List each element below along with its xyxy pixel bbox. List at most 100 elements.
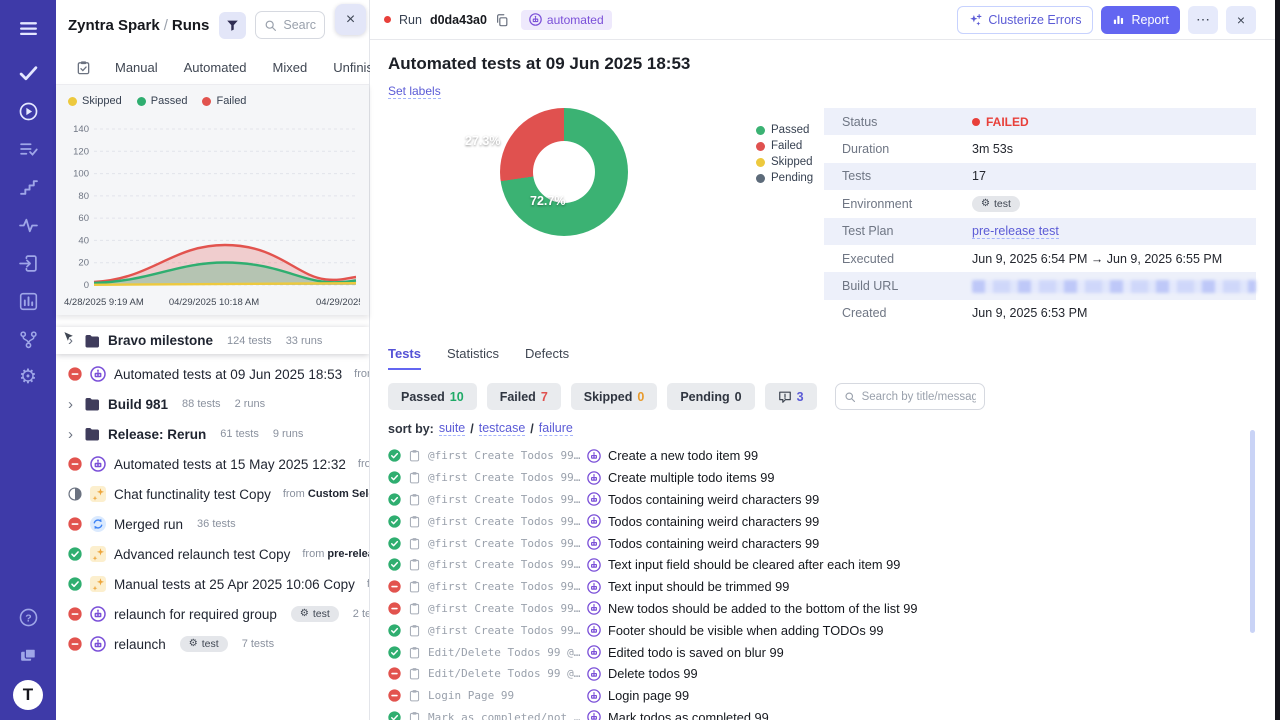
tab-defects[interactable]: Defects (525, 346, 569, 370)
test-title[interactable]: New todos should be added to the bottom … (608, 601, 917, 616)
branch-icon[interactable] (0, 320, 56, 358)
run-name[interactable]: relaunch for required group (114, 607, 277, 622)
test-title[interactable]: Create multiple todo items 99 (608, 470, 774, 485)
test-row[interactable]: @first Create Todos 99… Todos containing… (388, 510, 1256, 532)
suite-name[interactable]: @first Create Todos 99… (428, 580, 580, 593)
help-icon[interactable] (0, 598, 56, 636)
select-runs-icon[interactable] (76, 60, 91, 75)
activity-icon[interactable] (0, 206, 56, 244)
test-title[interactable]: Edited todo is saved on blur 99 (608, 645, 784, 660)
analytics-icon[interactable] (0, 282, 56, 320)
tests-search[interactable] (835, 383, 985, 410)
run-row[interactable]: Automated tests at 09 Jun 2025 18:53 fro… (56, 359, 369, 389)
tab-manual[interactable]: Manual (115, 60, 158, 75)
legend-failed[interactable]: Failed (756, 138, 813, 154)
test-row[interactable]: Edit/Delete Todos 99 @… Delete todos 99 (388, 663, 1256, 685)
run-name[interactable]: Bravo milestone (108, 333, 213, 348)
runs-search-input[interactable] (283, 18, 316, 32)
test-row[interactable]: @first Create Todos 99… New todos should… (388, 598, 1256, 620)
run-row-folder[interactable]: › Release: Rerun 61 tests 9 runs (56, 419, 369, 449)
chip-pending[interactable]: Pending0 (667, 383, 754, 410)
chip-passed[interactable]: Passed10 (388, 383, 477, 410)
suite-name[interactable]: Edit/Delete Todos 99 @… (428, 646, 580, 659)
suite-name[interactable]: Login Page 99 (428, 689, 580, 702)
copy-run-id-icon[interactable] (495, 13, 509, 27)
test-row[interactable]: @first Create Todos 99… Create a new tod… (388, 445, 1256, 467)
runs-search[interactable] (255, 11, 325, 39)
filter-button[interactable] (219, 12, 246, 39)
test-row[interactable]: Edit/Delete Todos 99 @… Edited todo is s… (388, 641, 1256, 663)
test-row[interactable]: @first Create Todos 99… Create multiple … (388, 467, 1256, 489)
project-name[interactable]: Zyntra Spark (68, 17, 160, 34)
sort-by-failure[interactable]: failure (539, 421, 573, 436)
suite-name[interactable]: @first Create Todos 99… (428, 624, 580, 637)
suite-name[interactable]: @first Create Todos 99… (428, 471, 580, 484)
suite-name[interactable]: @first Create Todos 99… (428, 515, 580, 528)
run-row[interactable]: relaunch ⚙test 7 tests (56, 629, 369, 659)
run-row[interactable]: Merged run 36 tests (56, 509, 369, 539)
close-run-button[interactable]: × (1226, 6, 1256, 34)
test-row[interactable]: Login Page 99 Login page 99 (388, 685, 1256, 707)
tests-scrollbar-thumb[interactable] (1250, 430, 1255, 633)
run-name[interactable]: Manual tests at 25 Apr 2025 10:06 Copy (114, 577, 355, 592)
import-icon[interactable] (0, 244, 56, 282)
test-row[interactable]: @first Create Todos 99… Text input field… (388, 554, 1256, 576)
tab-automated[interactable]: Automated (184, 60, 247, 75)
run-row[interactable]: Chat functinality test Copy from Custom … (56, 479, 369, 509)
test-row[interactable]: @first Create Todos 99… Todos containing… (388, 532, 1256, 554)
chevron-right-icon[interactable]: › (68, 397, 76, 412)
panel-close-button[interactable]: × (335, 4, 366, 35)
steps-icon[interactable] (0, 168, 56, 206)
run-name[interactable]: Automated tests at 09 Jun 2025 18:53 (114, 367, 342, 382)
test-title[interactable]: Todos containing weird characters 99 (608, 536, 819, 551)
test-title[interactable]: Todos containing weird characters 99 (608, 492, 819, 507)
play-circle-icon[interactable] (0, 92, 56, 130)
suite-name[interactable]: @first Create Todos 99… (428, 449, 580, 462)
run-name[interactable]: relaunch (114, 637, 166, 652)
test-plan-link[interactable]: pre-release test (972, 224, 1059, 239)
run-row[interactable]: Manual tests at 25 Apr 2025 10:06 Copy f… (56, 569, 369, 599)
test-title[interactable]: Text input field should be cleared after… (608, 557, 900, 572)
suite-name[interactable]: @first Create Todos 99… (428, 558, 580, 571)
test-row[interactable]: @first Create Todos 99… Footer should be… (388, 619, 1256, 641)
sort-by-suite[interactable]: suite (439, 421, 465, 436)
chip-failed[interactable]: Failed7 (487, 383, 561, 410)
legend-passed[interactable]: Passed (756, 122, 813, 138)
suite-name[interactable]: @first Create Todos 99… (428, 493, 580, 506)
test-row[interactable]: @first Create Todos 99… Todos containing… (388, 489, 1256, 511)
test-title[interactable]: Mark todos as completed 99 (608, 710, 769, 720)
report-button[interactable]: Report (1101, 6, 1180, 34)
set-labels-link[interactable]: Set labels (388, 84, 441, 99)
more-actions-button[interactable]: ⋯ (1188, 6, 1218, 34)
test-title[interactable]: Todos containing weird characters 99 (608, 514, 819, 529)
legend-skipped[interactable]: Skipped (756, 154, 813, 170)
run-name[interactable]: Chat functinality test Copy (114, 487, 271, 502)
chevron-right-icon[interactable]: › (68, 427, 76, 442)
test-title[interactable]: Login page 99 (608, 688, 689, 703)
tab-tests[interactable]: Tests (388, 346, 421, 370)
sort-by-testcase[interactable]: testcase (479, 421, 526, 436)
legend-passed[interactable]: Passed (137, 95, 188, 107)
run-name[interactable]: Advanced relaunch test Copy (114, 547, 290, 562)
run-name[interactable]: Merged run (114, 517, 183, 532)
clusterize-errors-button[interactable]: Clusterize Errors (957, 6, 1093, 34)
test-title[interactable]: Create a new todo item 99 (608, 448, 758, 463)
tab-mixed[interactable]: Mixed (273, 60, 308, 75)
run-row-folder[interactable]: › Build 981 88 tests 2 runs (56, 389, 369, 419)
app-logo[interactable]: T (13, 680, 43, 710)
run-name[interactable]: Automated tests at 15 May 2025 12:32 (114, 457, 346, 472)
run-name[interactable]: Release: Rerun (108, 427, 206, 442)
tests-search-input[interactable] (862, 391, 976, 403)
chip-skipped[interactable]: Skipped0 (571, 383, 658, 410)
legend-skipped[interactable]: Skipped (68, 95, 122, 107)
runs-check-icon[interactable] (0, 54, 56, 92)
run-row[interactable]: Advanced relaunch test Copy from pre-rel… (56, 539, 369, 569)
menu-icon[interactable] (0, 8, 56, 48)
test-title[interactable]: Text input should be trimmed 99 (608, 579, 789, 594)
legend-pending[interactable]: Pending (756, 170, 813, 186)
chip-comments[interactable]: 3 (765, 383, 817, 410)
run-row[interactable]: Automated tests at 15 May 2025 12:32 fro… (56, 449, 369, 479)
settings-gear-icon[interactable]: ⚙ (0, 358, 56, 396)
test-title[interactable]: Footer should be visible when adding TOD… (608, 623, 884, 638)
test-row[interactable]: @first Create Todos 99… Text input shoul… (388, 576, 1256, 598)
